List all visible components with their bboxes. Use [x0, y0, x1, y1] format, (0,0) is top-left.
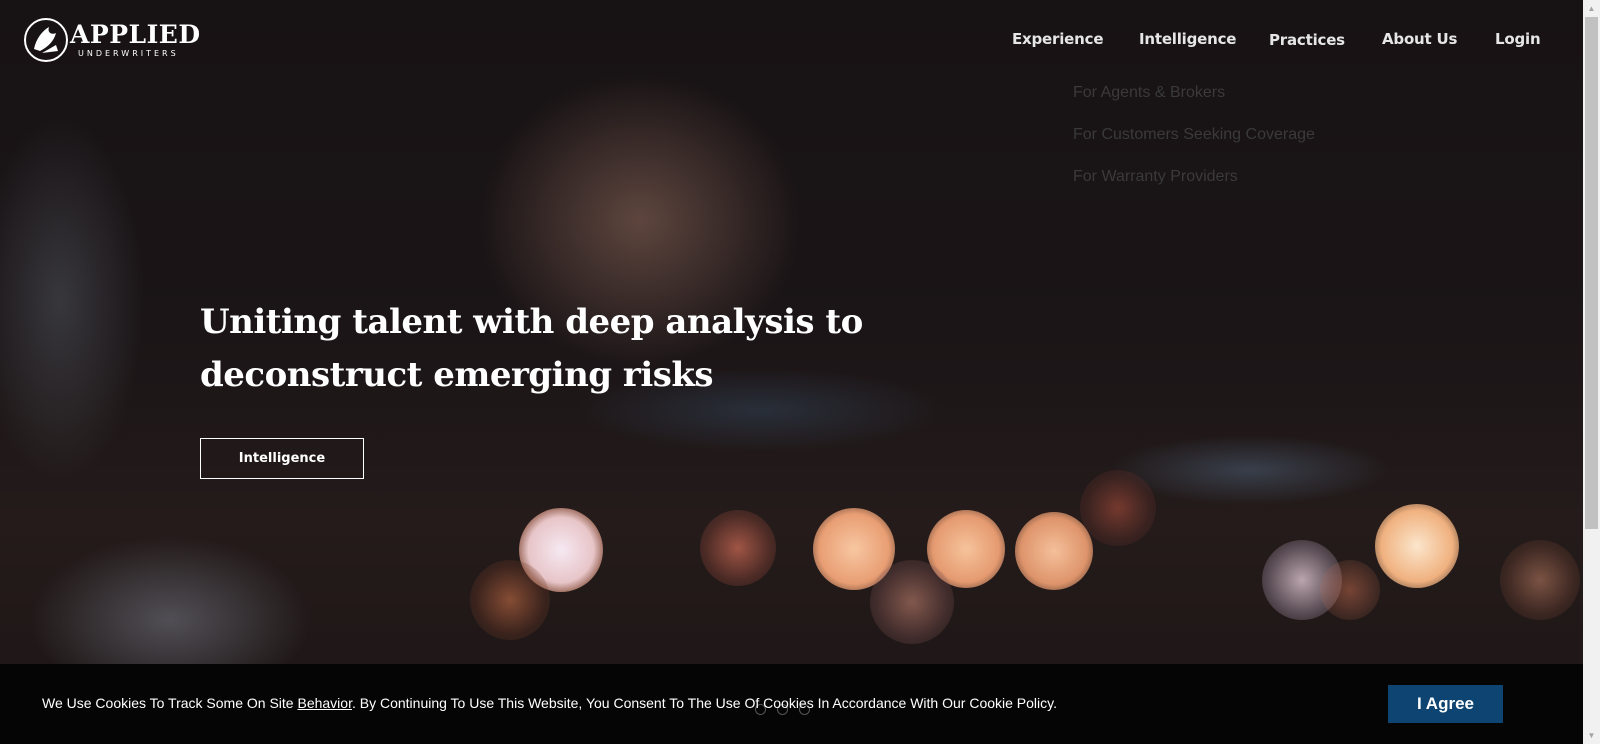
nav-experience[interactable]: Experience	[1012, 30, 1103, 48]
bokeh-light	[470, 560, 550, 640]
bokeh-light	[700, 510, 776, 586]
dropdown-item-warranty-providers[interactable]: For Warranty Providers	[1073, 168, 1238, 186]
dropdown-item-customers[interactable]: For Customers Seeking Coverage	[1073, 126, 1315, 144]
bokeh-light	[1320, 560, 1380, 620]
scroll-down-icon[interactable]: ▼	[1583, 727, 1600, 744]
cookie-text-after: . By Continuing To Use This Website, You…	[351, 695, 1057, 711]
brand-name: APPLIED	[70, 20, 201, 49]
scroll-up-icon[interactable]: ▲	[1583, 0, 1600, 17]
site-logo[interactable]: APPLIED UNDERWRITERS	[22, 14, 200, 66]
nav-login[interactable]: Login	[1495, 30, 1541, 48]
agree-button[interactable]: I Agree	[1388, 685, 1503, 723]
scrollbar-thumb[interactable]	[1585, 17, 1598, 529]
bokeh-light	[1015, 512, 1093, 590]
bokeh-light	[1080, 470, 1156, 546]
cookie-text-before: We Use Cookies To Track Some On Site	[42, 695, 298, 711]
dropdown-item-agents-brokers[interactable]: For Agents & Brokers	[1073, 84, 1225, 102]
brand-tagline: UNDERWRITERS	[78, 49, 179, 58]
cookie-behavior-link[interactable]: Behavior	[297, 695, 351, 711]
bokeh-light	[870, 560, 954, 644]
intelligence-cta-button[interactable]: Intelligence	[200, 438, 364, 479]
nav-practices[interactable]: Practices	[1269, 31, 1345, 49]
cookie-banner: We Use Cookies To Track Some On Site Beh…	[0, 664, 1583, 744]
bokeh-light	[1375, 504, 1459, 588]
nav-intelligence[interactable]: Intelligence	[1139, 30, 1236, 48]
nav-about-us[interactable]: About Us	[1382, 30, 1457, 48]
bokeh-light	[1500, 540, 1580, 620]
cookie-message: We Use Cookies To Track Some On Site Beh…	[42, 695, 1057, 711]
page-scrollbar[interactable]: ▲ ▼	[1583, 0, 1600, 744]
hero-headline: Uniting talent with deep analysis to dec…	[200, 302, 863, 395]
logo-emblem-icon	[24, 18, 68, 62]
